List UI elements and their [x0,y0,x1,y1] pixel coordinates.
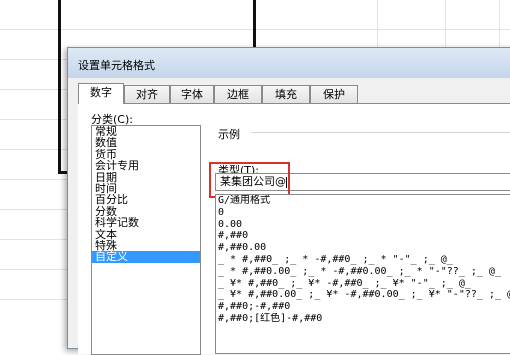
dialog-title: 设置单元格格式 [78,59,155,72]
format-code-item[interactable]: _ * #,##0.00_ ;_ * -#,##0.00_ ;_ * "-"??… [216,266,510,278]
format-cells-dialog: 设置单元格格式 数字 对齐 字体 边框 填充 保护 分类(C): 常规 数值 货… [67,47,510,355]
category-item[interactable]: 特殊 [92,240,200,251]
tab-border[interactable]: 边框 [214,85,262,103]
sample-label: 示例 [218,128,240,141]
category-item[interactable]: 日期 [92,172,200,183]
tab-fill[interactable]: 填充 [262,85,310,103]
category-item-selected[interactable]: 自定义 [92,251,200,263]
category-item[interactable]: 时间 [92,183,200,194]
category-item[interactable]: 常规 [92,126,200,137]
format-code-item[interactable]: 0.00 [216,219,510,231]
sample-divider [251,132,510,133]
highlight-annotation-frame [209,162,290,198]
category-item[interactable]: 分数 [92,206,200,217]
format-code-item[interactable]: G/通用格式 [216,195,510,207]
tab-number[interactable]: 数字 [78,83,124,104]
format-code-item[interactable]: _ ¥* #,##0.00_ ;_ ¥* -#,##0.00_ ;_ ¥* "-… [216,289,510,301]
sample-preview [218,142,510,156]
category-list[interactable]: 常规 数值 货币 会计专用 日期 时间 百分比 分数 科学记数 文本 特殊 自定… [91,125,201,355]
format-code-item[interactable]: 0 [216,207,510,219]
format-code-item[interactable]: _ * #,##0_ ;_ * -#,##0_ ;_ * "-"_ ;_ @_ [216,254,510,266]
format-code-item[interactable]: #,##0.00 [216,242,510,254]
tab-alignment[interactable]: 对齐 [124,85,170,103]
category-item[interactable]: 会计专用 [92,160,200,171]
format-code-list[interactable]: G/通用格式 0 0.00 #,##0 #,##0.00 _ * #,##0_ … [215,194,510,354]
format-code-item[interactable]: #,##0;-#,##0 [216,301,510,313]
tab-font[interactable]: 字体 [170,85,214,103]
category-item[interactable]: 货币 [92,149,200,160]
category-item[interactable]: 百分比 [92,194,200,205]
format-code-item[interactable]: #,##0 [216,230,510,242]
tab-protection[interactable]: 保护 [310,85,358,103]
category-item[interactable]: 数值 [92,137,200,148]
format-code-item[interactable]: _ ¥* #,##0_ ;_ ¥* -#,##0_ ;_ ¥* "-"_ ;_ … [216,278,510,290]
category-item[interactable]: 科学记数 [92,217,200,228]
dialog-titlebar[interactable]: 设置单元格格式 [68,48,510,78]
category-item[interactable]: 文本 [92,229,200,240]
format-code-item[interactable]: #,##0;[红色]-#,##0 [216,313,510,325]
